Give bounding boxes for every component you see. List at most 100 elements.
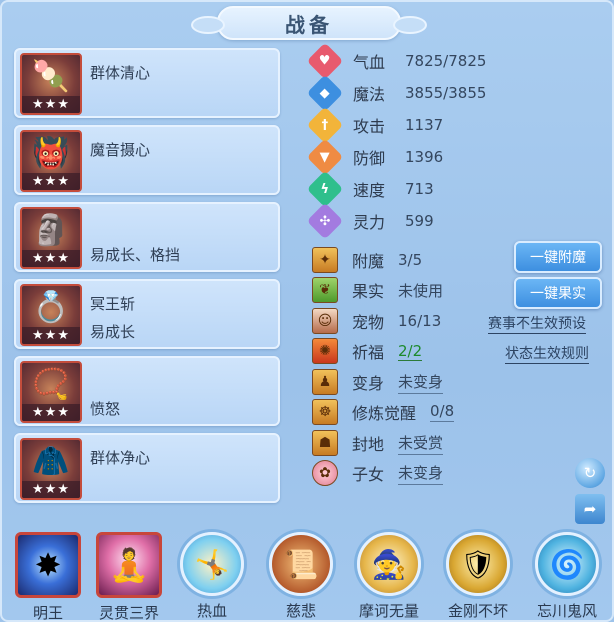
skill-card-5[interactable]: 📿 ★★★ 愤怒 [14,356,280,426]
attr-row-defense: ▼ 防御 1396 [306,138,444,176]
bottom-skill-label: 摩诃无量 [358,602,419,620]
item-value: 16/13 [398,312,442,330]
skill-line-1: 群体净心 [90,449,151,467]
star-rating: ★★★ [22,250,80,267]
bottom-skill-label: 慈悲 [285,602,316,620]
item-label: 祈福 [352,343,385,362]
bottom-skill-label: 热血 [196,602,227,620]
attr-value: 599 [405,212,434,230]
item-row-cultivation[interactable]: ☸ 修炼觉醒 0/8 [312,398,455,426]
item-value[interactable]: 0/8 [430,402,455,422]
skill-line-2: 愤怒 [90,400,121,418]
item-label: 子女 [352,465,385,484]
title-banner: 战备 [191,6,427,40]
enchant-all-button[interactable]: 一键附魔 [514,241,602,273]
attr-label: 速度 [353,181,386,200]
attr-label: 魔法 [353,85,386,104]
ghost-wind-icon: 🌀 [535,532,599,596]
fief-icon: ☗ [312,430,338,456]
item-value: 未使用 [398,281,444,300]
item-row-blessing[interactable]: ✺ 祈福 2/2 [312,337,423,365]
share-icon[interactable]: ➦ [575,494,605,524]
skill-card-1[interactable]: 🍡 ★★★ 群体清心 [14,48,280,118]
skill-card-4[interactable]: 💍 ★★★ 冥王斩 易成长 [14,279,280,349]
item-label: 附魔 [352,252,385,271]
skill-card-2[interactable]: 👹 ★★★ 魔音摄心 [14,125,280,195]
skill-card-6[interactable]: 🧥 ★★★ 群体净心 [14,433,280,503]
scroll-icon: 📜 [269,532,333,596]
bottom-skill-2[interactable]: 🧘 灵贯三界 [91,532,167,622]
golden-guardian-icon: 🛡 [446,532,510,596]
star-rating: ★★★ [22,327,80,344]
skill-line-1: 冥王斩 [90,295,136,313]
bottom-skill-label: 忘川鬼风 [536,602,597,620]
skill-line-1: 群体清心 [90,64,151,82]
fruit-all-button[interactable]: 一键果实 [514,277,602,309]
attr-label: 灵力 [353,213,386,232]
enchant-icon: ✦ [312,247,338,273]
page-title: 战备 [285,12,333,37]
star-rating: ★★★ [22,96,80,113]
item-label: 变身 [352,374,385,393]
attr-row-speed: ϟ 速度 713 [306,170,434,208]
attr-row-mp: ◆ 魔法 3855/3855 [306,74,487,112]
lightning-icon: ϟ [306,170,344,208]
item-label: 果实 [352,282,385,301]
skill-line-2: 易成长、格挡 [90,246,181,264]
attr-row-spirit: ✣ 灵力 599 [306,202,434,240]
demon-mask-icon: 👹 ★★★ [20,130,82,192]
attr-value: 3855/3855 [405,84,487,102]
battle-prep-panel: 战备 🍡 ★★★ 群体清心 👹 ★★★ 魔音摄心 🗿 ★★★ 易成长、格挡 💍 … [0,0,614,622]
bottom-skill-label: 灵贯三界 [98,604,159,622]
attr-value: 7825/7825 [405,52,487,70]
item-value[interactable]: 2/2 [398,342,423,361]
bottom-skill-5[interactable]: 🧙 摩诃无量 [351,532,427,620]
item-value[interactable]: 未受赏 [398,432,444,455]
skill-card-3[interactable]: 🗿 ★★★ 易成长、格挡 [14,202,280,272]
cape-icon: 🧥 ★★★ [20,438,82,500]
item-value[interactable]: 未变身 [398,371,444,394]
item-label: 封地 [352,435,385,454]
skill-line-2: 易成长 [90,323,136,341]
pet-icon: ☺ [312,308,338,334]
attr-value: 1396 [405,148,444,166]
star-rating: ★★★ [22,173,80,190]
item-value: 3/5 [398,251,423,269]
item-row-fief[interactable]: ☗ 封地 未受赏 [312,429,444,457]
item-row-pet[interactable]: ☺ 宠物 16/13 [312,307,441,335]
bottom-skill-6[interactable]: 🛡 金刚不坏 [440,532,516,620]
sword-icon: † [306,106,344,144]
blue-orb-icon: ✸ [15,532,81,598]
item-row-fruit[interactable]: ❦ 果实 未使用 [312,276,443,304]
refresh-icon[interactable]: ↻ [575,458,605,488]
bottom-skill-1[interactable]: ✸ 明王 [10,532,86,620]
item-label: 宠物 [352,313,385,332]
spirit-icon: ✣ [306,202,344,240]
bottom-skill-7[interactable]: 🌀 忘川鬼风 [529,532,605,620]
status-rules-link[interactable]: 状态生效规则 [505,343,589,364]
cultivation-icon: ☸ [312,399,338,425]
mana-icon: ◆ [306,74,344,112]
blessing-icon: ✺ [312,338,338,364]
attr-label: 防御 [353,149,386,168]
transform-icon: ♟ [312,369,338,395]
armor-idol-icon: 🗿 ★★★ [20,207,82,269]
warrior-icon: 🤸 [180,532,244,596]
bottom-skill-4[interactable]: 📜 慈悲 [263,532,339,620]
bottom-skill-3[interactable]: 🤸 热血 [174,532,250,620]
item-row-enchant[interactable]: ✦ 附魔 3/5 [312,246,422,274]
item-value[interactable]: 未变身 [398,462,444,485]
popsicle-icon: 🍡 ★★★ [20,53,82,115]
item-row-transform[interactable]: ♟ 变身 未变身 [312,368,444,396]
attr-value: 1137 [405,116,444,134]
attr-row-attack: † 攻击 1137 [306,106,444,144]
child-icon: ✿ [312,460,338,486]
shield-icon: ▼ [306,138,344,176]
bracelet-icon: 📿 ★★★ [20,361,82,423]
skill-line-1: 魔音摄心 [90,141,151,159]
meditation-icon: 🧘 [96,532,162,598]
event-preset-link[interactable]: 赛事不生效预设 [488,313,586,334]
item-row-child[interactable]: ✿ 子女 未变身 [312,459,444,487]
attr-label: 攻击 [353,117,386,136]
item-label: 修炼觉醒 [352,404,417,423]
